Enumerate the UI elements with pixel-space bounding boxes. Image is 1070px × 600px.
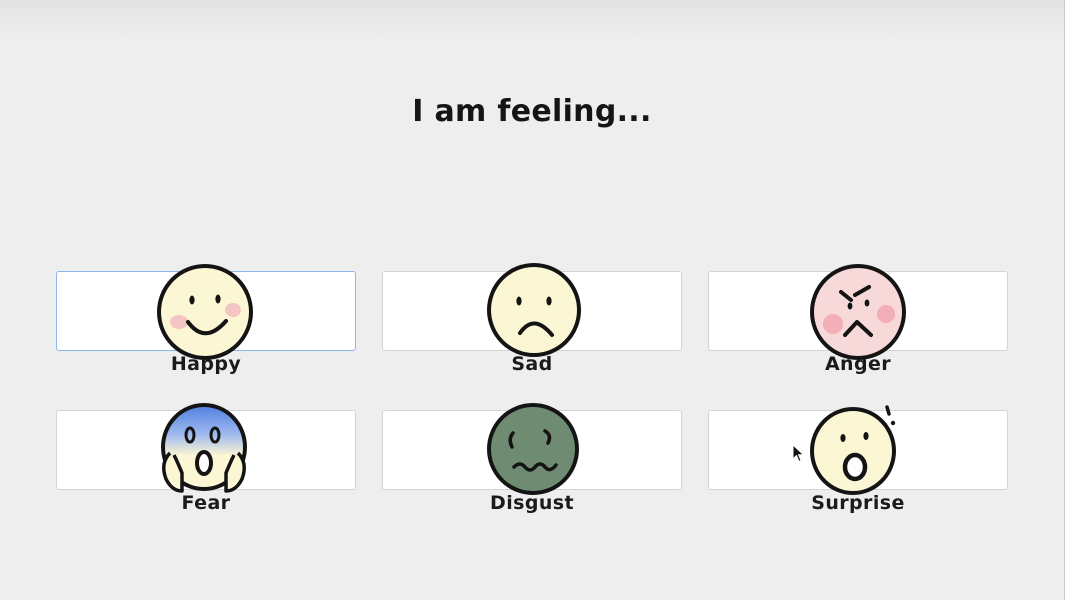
emotion-button-anger[interactable]: [708, 271, 1008, 351]
emotion-button-fear[interactable]: [56, 410, 356, 490]
page-title: I am feeling...: [412, 94, 652, 129]
emotion-label-happy: Happy: [170, 353, 242, 375]
emotion-label-disgust: Disgust: [490, 492, 574, 514]
emotion-label-anger: Anger: [824, 353, 892, 375]
emotion-label-sad: Sad: [511, 353, 553, 375]
app-window: I am feeling... Happy Sad Anger Fear Dis…: [0, 0, 1065, 600]
emotion-label-fear: Fear: [181, 492, 231, 514]
emotion-button-disgust[interactable]: [382, 410, 682, 490]
emotion-button-happy[interactable]: [56, 271, 356, 351]
mouse-cursor-icon: [792, 444, 805, 463]
emotion-button-surprise[interactable]: [708, 410, 1008, 490]
emotion-button-sad[interactable]: [382, 271, 682, 351]
emotion-label-surprise: Surprise: [811, 492, 905, 514]
window-edge: [1065, 0, 1070, 600]
